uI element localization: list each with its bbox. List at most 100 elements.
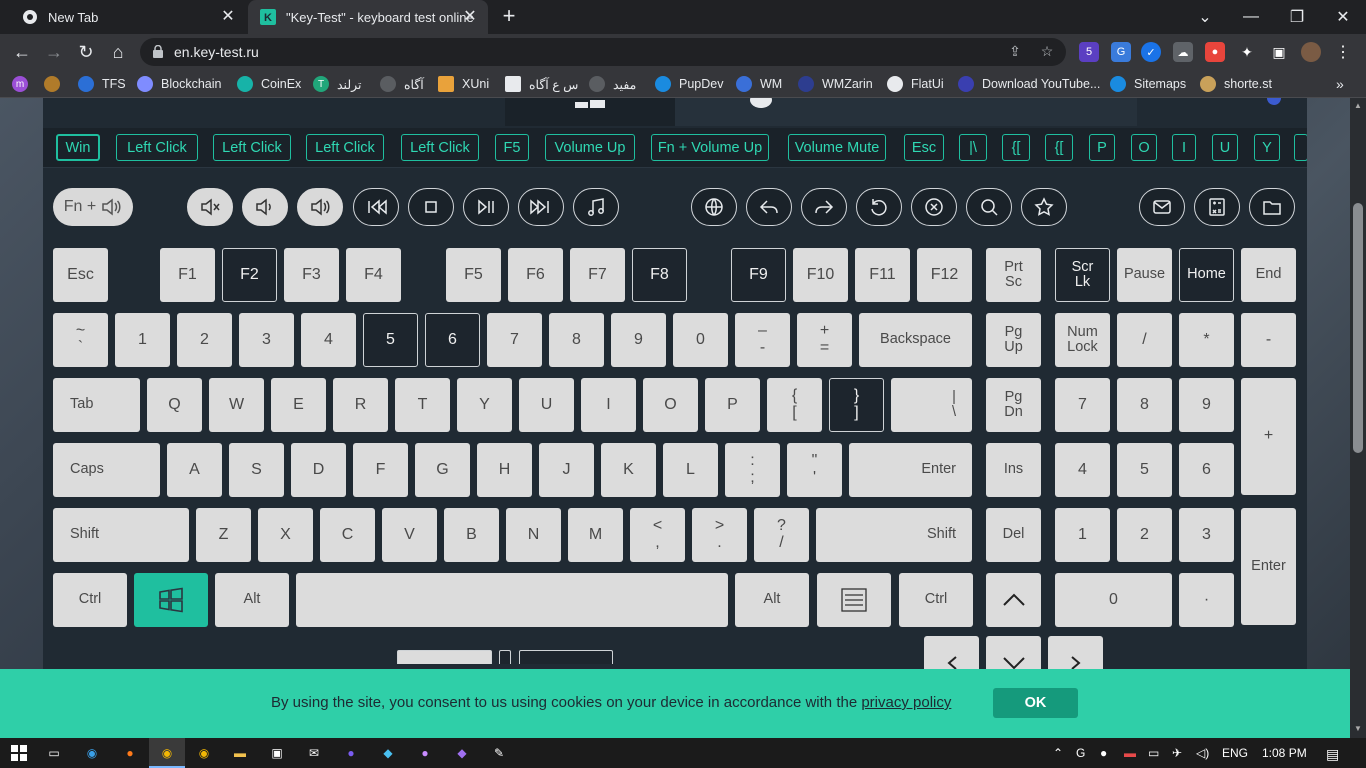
key-3[interactable]: 3 [239,313,294,367]
key-np1[interactable]: 1 [1055,508,1110,562]
search-key[interactable] [966,188,1012,226]
folder-key[interactable] [1249,188,1295,226]
refresh-key[interactable] [856,188,902,226]
stop-browser-key[interactable] [911,188,957,226]
key-np-mul[interactable]: * [1179,313,1234,367]
volume-up-key[interactable] [297,188,343,226]
key-backspace[interactable]: Backspace [859,313,972,367]
key-np4[interactable]: 4 [1055,443,1110,497]
mute-key[interactable] [187,188,233,226]
tab-key-test[interactable]: K "Key-Test" - keyboard test online ✕ [248,0,488,34]
key-semicolon[interactable]: :; [725,443,780,497]
bookmark-item[interactable]: WM [736,75,782,93]
close-tab-icon[interactable]: ✕ [462,9,478,25]
key-a[interactable]: A [167,443,222,497]
cookie-ok-button[interactable]: OK [993,688,1078,718]
tray-chevron-icon[interactable]: ⌃ [1053,746,1063,760]
bookmark-item[interactable]: XUni [438,75,489,93]
bookmark-item[interactable]: Download YouTube... [958,75,1100,93]
key-e[interactable]: E [271,378,326,432]
tray-g-icon[interactable]: G [1076,746,1085,760]
key-minus[interactable]: – - [735,313,790,367]
back-icon[interactable]: ← [10,40,34,64]
key-end[interactable]: End [1241,248,1296,302]
key-w[interactable]: W [209,378,264,432]
key-equals[interactable]: + = [797,313,852,367]
key-z[interactable]: Z [196,508,251,562]
key-0[interactable]: 0 [673,313,728,367]
key-9[interactable]: 9 [611,313,666,367]
file-explorer-icon[interactable]: ▬ [230,743,250,763]
key-t[interactable]: T [395,378,450,432]
app-blue-icon[interactable]: ◆ [378,743,398,763]
bookmark-item[interactable]: س ع آگاه [505,75,578,93]
key-np5[interactable]: 5 [1117,443,1172,497]
key-f3[interactable]: F3 [284,248,339,302]
bookmark-item[interactable]: TFS [78,75,126,93]
restore-button[interactable]: ❐ [1274,0,1320,34]
key-f9[interactable]: F9 [731,248,786,302]
key-f1[interactable]: F1 [160,248,215,302]
key-tab[interactable]: Tab [53,378,140,432]
chrome-taskbar-icon[interactable]: ◉ [157,743,177,763]
key-win[interactable] [134,573,208,627]
key-g[interactable]: G [415,443,470,497]
reload-icon[interactable]: ↻ [74,40,98,64]
key-lctrl[interactable]: Ctrl [53,573,127,627]
volume-down-key[interactable] [242,188,288,226]
previous-track-key[interactable] [353,188,399,226]
firefox-icon[interactable]: ● [120,743,140,763]
key-j[interactable]: J [539,443,594,497]
key-np7[interactable]: 7 [1055,378,1110,432]
key-m[interactable]: M [568,508,623,562]
page-scrollbar[interactable]: ▲ ▼ [1350,98,1366,738]
tab-new-tab[interactable]: New Tab ✕ [8,0,246,34]
key-pgup[interactable]: Pg Up [986,313,1041,367]
key-np-sub[interactable]: - [1241,313,1296,367]
key-7[interactable]: 7 [487,313,542,367]
key-1[interactable]: 1 [115,313,170,367]
key-quote[interactable]: " ' [787,443,842,497]
key-p[interactable]: P [705,378,760,432]
key-f4[interactable]: F4 [346,248,401,302]
key-2[interactable]: 2 [177,313,232,367]
key-lalt[interactable]: Alt [215,573,289,627]
key-esc[interactable]: Esc [53,248,108,302]
music-key[interactable] [573,188,619,226]
puzzle-icon[interactable]: ✦ [1237,42,1257,62]
language-indicator[interactable]: ENG [1222,746,1248,760]
key-r[interactable]: R [333,378,388,432]
tab-mac[interactable] [675,98,1137,126]
key-ins[interactable]: Ins [986,443,1041,497]
key-period[interactable]: >. [692,508,747,562]
record-extension-icon[interactable]: ● [1205,42,1225,62]
key-v[interactable]: V [382,508,437,562]
more-bookmarks-icon[interactable]: » [1336,75,1344,93]
key-home[interactable]: Home [1179,248,1234,302]
check-extension-icon[interactable]: ✓ [1141,42,1161,62]
tray-car-icon[interactable]: ▬ [1124,746,1136,760]
key-q[interactable]: Q [147,378,202,432]
clock[interactable]: 1:08 PM [1262,746,1307,760]
key-ralt[interactable]: Alt [735,573,809,627]
app-s-icon[interactable]: ● [341,743,361,763]
bookmark-star-icon[interactable]: ☆ [1038,43,1056,61]
new-tab-button[interactable]: + [498,5,520,28]
key-numlock[interactable]: Num Lock [1055,313,1110,367]
start-icon[interactable] [9,743,29,763]
key-pause[interactable]: Pause [1117,248,1172,302]
menu-dots-icon[interactable]: ⋮ [1333,42,1353,62]
key-6[interactable]: 6 [425,313,480,367]
favorites-key[interactable] [1021,188,1067,226]
share-icon[interactable]: ⇪ [1006,43,1024,61]
browser-key[interactable] [691,188,737,226]
key-np9[interactable]: 9 [1179,378,1234,432]
chrome-alt-icon[interactable]: ◉ [194,743,214,763]
social-icon[interactable] [1267,98,1281,106]
key-np8[interactable]: 8 [1117,378,1172,432]
key-h[interactable]: H [477,443,532,497]
bookmark-item[interactable]: FlatUi [887,75,944,93]
key-lshift[interactable]: Shift [53,508,189,562]
key-tilde[interactable]: ~ ` [53,313,108,367]
key-f7[interactable]: F7 [570,248,625,302]
